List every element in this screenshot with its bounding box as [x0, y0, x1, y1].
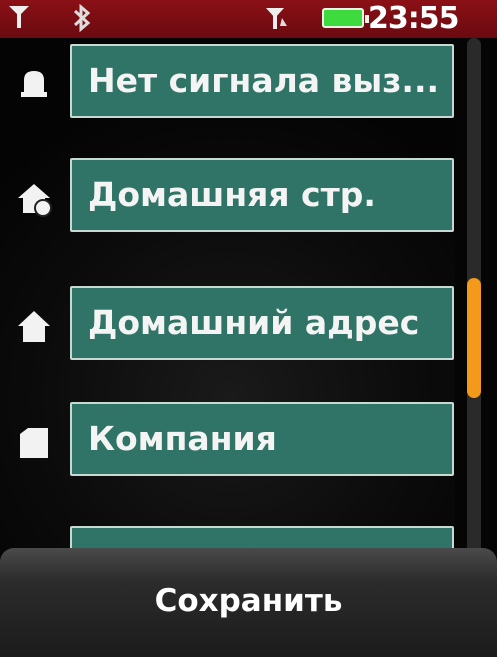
home-page-icon: [14, 178, 54, 218]
list-item: Домашний адрес: [0, 286, 455, 366]
field-homepage[interactable]: Домашняя стр.: [70, 158, 454, 232]
field-list: Нет сигнала выз... Домашняя стр. Домашни…: [0, 38, 455, 600]
save-button[interactable]: Сохранить: [0, 548, 497, 657]
list-item: Домашняя стр.: [0, 158, 455, 238]
field-no-signal-call[interactable]: Нет сигнала выз...: [70, 44, 454, 118]
scrollbar-thumb[interactable]: [467, 278, 481, 398]
clock: 23:55: [368, 1, 459, 36]
bluetooth-icon: [70, 3, 94, 39]
field-home-address[interactable]: Домашний адрес: [70, 286, 454, 360]
home-icon: [14, 306, 54, 346]
antenna-icon: [8, 4, 30, 37]
company-icon: [14, 422, 54, 462]
status-bar: 23:55: [0, 0, 497, 38]
list-item: Нет сигнала выз...: [0, 44, 455, 124]
softkey-bar: Сохранить: [0, 548, 497, 657]
bell-icon: [14, 64, 54, 104]
scrollbar[interactable]: [467, 38, 481, 558]
antenna-arrow-icon: [262, 4, 288, 39]
battery-icon: [322, 8, 369, 28]
list-item: Компания: [0, 402, 455, 482]
field-company[interactable]: Компания: [70, 402, 454, 476]
